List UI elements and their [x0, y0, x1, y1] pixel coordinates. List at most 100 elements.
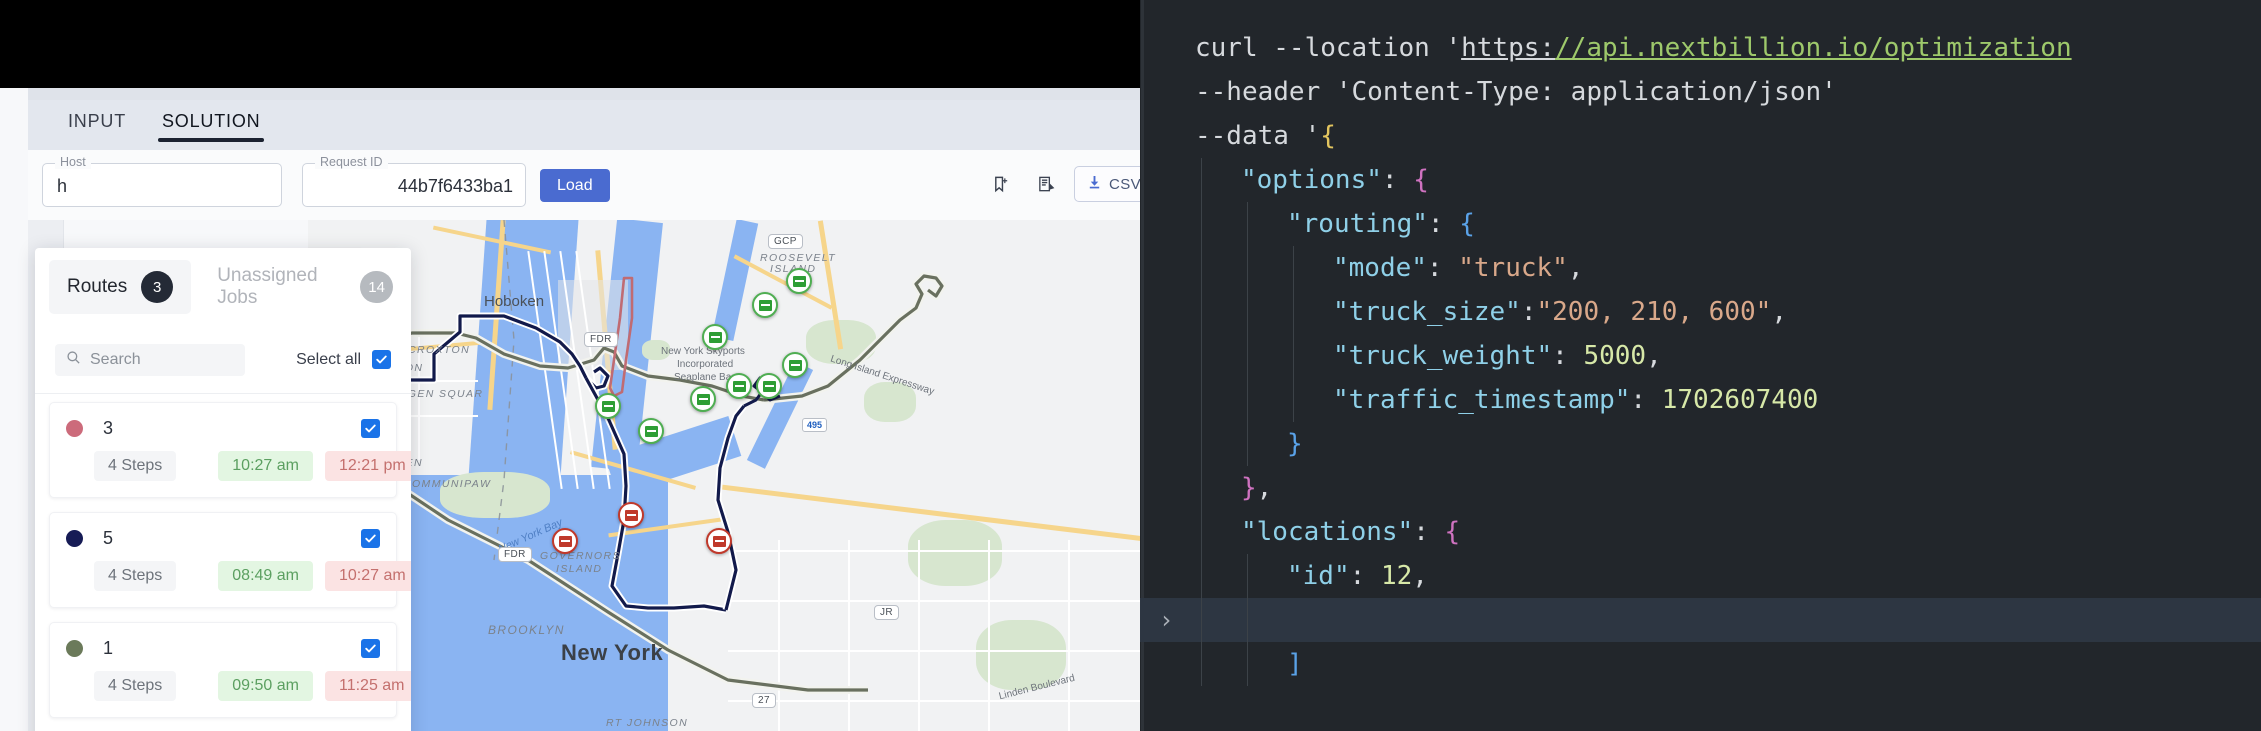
route-end-time-badge: 11:25 am	[324, 671, 411, 701]
host-value: h	[57, 176, 68, 196]
routes-list[interactable]: 3 4 Steps 10:27 am 12:21 pm 5 4 Steps 08…	[35, 394, 411, 731]
panel-tab-routes-label: Routes	[67, 276, 128, 297]
code-content[interactable]: curl --location 'https://api.nextbillion…	[1140, 26, 2261, 686]
indent-guide	[1293, 334, 1294, 378]
search-input[interactable]	[90, 350, 234, 369]
route-card-meta: 4 Steps 10:27 am 12:21 pm	[66, 451, 411, 481]
indent-guide	[1201, 334, 1202, 378]
code-token: 1702607400	[1661, 385, 1819, 415]
tab-solution[interactable]: SOLUTION	[144, 105, 278, 146]
code-line: ]	[1195, 642, 2072, 686]
code-line: curl --location 'https://api.nextbillion…	[1195, 26, 2072, 70]
code-token: :	[1381, 165, 1414, 195]
code-token: {	[1444, 517, 1461, 547]
code-editor-panel[interactable]: curl --location 'https://api.nextbillion…	[1140, 0, 2261, 731]
indent-guide	[1247, 334, 1248, 378]
code-token: ,	[1567, 253, 1584, 283]
notes-edit-icon[interactable]	[1028, 166, 1064, 202]
route-checkbox[interactable]	[361, 529, 380, 548]
route-end-time-badge: 12:21 pm	[324, 451, 411, 481]
code-line-text: "routing": {	[1287, 209, 1475, 239]
code-line: "id": 12,	[1195, 554, 2072, 598]
map-marker-stop-red-3[interactable]	[706, 528, 732, 554]
map-shield-27: 27	[752, 693, 776, 708]
chevron-right-icon[interactable]: ›	[1159, 598, 1173, 642]
select-all-checkbox[interactable]	[372, 350, 391, 369]
code-line-text: "traffic_timestamp": 1702607400	[1333, 385, 1818, 415]
window-top-strip	[28, 88, 1140, 100]
code-line-text: "id": 12,	[1287, 561, 1428, 591]
code-token: --data '	[1195, 121, 1321, 151]
route-card[interactable]: 3 4 Steps 10:27 am 12:21 pm	[49, 402, 411, 498]
indent-guide	[1247, 598, 1248, 642]
request-id-value: 44b7f6433ba1	[397, 176, 513, 196]
code-token: :	[1630, 385, 1662, 415]
code-line-text: --data '{	[1195, 121, 1336, 151]
map-marker-stop-green-4[interactable]	[782, 352, 808, 378]
code-line-text: "options": {	[1241, 165, 1429, 195]
route-card[interactable]: 1 4 Steps 09:50 am 11:25 am	[49, 622, 411, 718]
map-marker-stop-green-3[interactable]	[702, 324, 728, 350]
map-marker-stop-green-5[interactable]	[726, 373, 752, 399]
code-token: --header 'Content-Type: application/json…	[1195, 77, 1837, 107]
map-marker-stop-green-6[interactable]	[756, 373, 782, 399]
code-token: "id"	[1287, 561, 1350, 591]
route-color-dot	[66, 530, 83, 547]
panel-tab-routes[interactable]: Routes 3	[49, 260, 192, 314]
unassigned-count-badge: 14	[360, 271, 393, 303]
code-line-text: }	[1287, 429, 1303, 459]
select-all-label: Select all	[296, 350, 361, 368]
request-id-field[interactable]: Request ID 44b7f6433ba1	[302, 155, 526, 207]
indent-guide	[1247, 246, 1248, 290]
route-start-time-badge: 09:50 am	[218, 671, 313, 701]
indent-guide	[1247, 290, 1248, 334]
host-field[interactable]: Host h	[42, 155, 282, 207]
code-token: //api.nextbillion.io/optimization	[1555, 33, 2072, 63]
map-marker-stop-red-1[interactable]	[618, 502, 644, 528]
map-marker-stop-green-2[interactable]	[752, 292, 778, 318]
code-line-highlight	[1140, 598, 2261, 642]
code-line-text: "mode": "truck",	[1333, 253, 1583, 283]
code-token: ]	[1287, 649, 1303, 679]
code-line-text: curl --location 'https://api.nextbillion…	[1195, 33, 2072, 63]
map-shield-495: 495	[802, 418, 828, 432]
panel-tab-unassigned-label: Unassigned Jobs	[217, 265, 318, 308]
code-token: "truck_size"	[1333, 297, 1521, 327]
panel-tab-unassigned-jobs[interactable]: Unassigned Jobs 14	[199, 254, 411, 320]
code-token: ,	[1412, 561, 1428, 591]
route-color-dot	[66, 640, 83, 657]
map-marker-stop-green-8[interactable]	[595, 393, 621, 419]
route-map[interactable]: Steps Detail Hoboken New York CROXTON MA…	[308, 220, 1140, 731]
route-card[interactable]: 5 4 Steps 08:49 am 10:27 am	[49, 512, 411, 608]
indent-guide	[1201, 466, 1202, 510]
map-marker-stop-green-7[interactable]	[690, 386, 716, 412]
indent-guide	[1201, 642, 1202, 686]
route-start-time-badge: 10:27 am	[218, 451, 313, 481]
code-token: 12	[1380, 561, 1413, 591]
route-id-label: 5	[103, 528, 114, 548]
code-token: ,	[1771, 297, 1787, 327]
indent-guide	[1247, 202, 1248, 246]
load-button[interactable]: Load	[540, 169, 610, 202]
indent-guide	[1247, 554, 1248, 598]
map-marker-stop-green-1[interactable]	[786, 268, 812, 294]
code-token: "truck"	[1458, 253, 1568, 283]
code-token: {	[1459, 209, 1475, 239]
csv-download-button[interactable]: CSV	[1074, 166, 1140, 202]
code-token: "routing"	[1287, 209, 1428, 239]
map-shield-fdr-2: FDR	[498, 547, 532, 562]
park-8	[642, 340, 670, 360]
search-box[interactable]	[55, 343, 245, 376]
bookmark-add-icon[interactable]	[983, 166, 1019, 202]
map-marker-stop-green-9[interactable]	[638, 418, 664, 444]
code-line: --header 'Content-Type: application/json…	[1195, 70, 2072, 114]
code-line: "truck_weight": 5000,	[1195, 334, 2072, 378]
select-all-control[interactable]: Select all	[296, 350, 391, 369]
map-marker-stop-red-2[interactable]	[552, 528, 578, 554]
code-line-text: },	[1241, 473, 1272, 503]
route-checkbox[interactable]	[361, 639, 380, 658]
route-checkbox[interactable]	[361, 419, 380, 438]
tab-input[interactable]: INPUT	[50, 105, 144, 146]
code-token: :	[1520, 297, 1537, 327]
map-shield-gcp: GCP	[768, 234, 803, 249]
